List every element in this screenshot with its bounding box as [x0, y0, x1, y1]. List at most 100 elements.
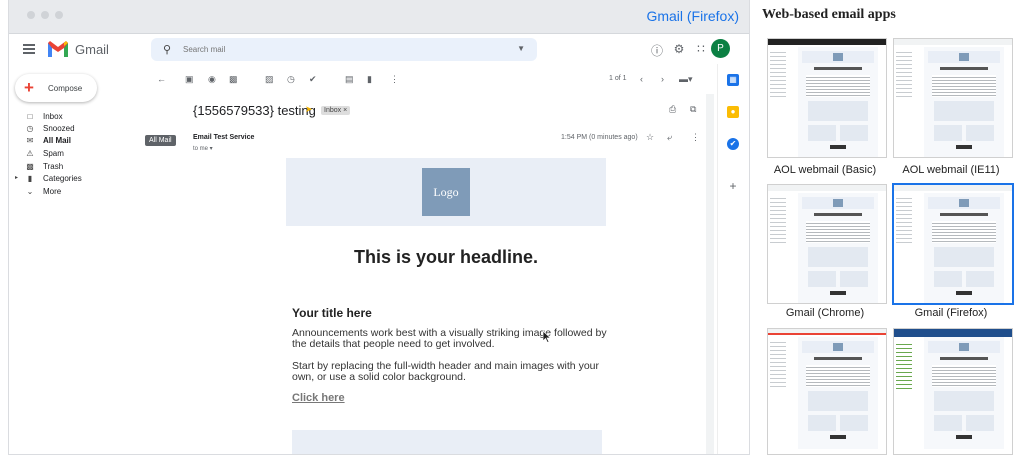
thumb-caption[interactable]: Gmail (Chrome) — [760, 307, 890, 319]
thumb-sidebar — [896, 341, 912, 391]
input-tools-icon[interactable]: ▬▾ — [679, 74, 693, 85]
thumb-logo — [959, 199, 969, 207]
email-paragraph: Announcements work best with a visually … — [292, 327, 607, 350]
search-bar[interactable]: ⚲ ▼ — [151, 38, 537, 61]
snooze-icon[interactable]: ◷ — [287, 74, 295, 85]
move-to-icon[interactable]: ▤ — [345, 74, 354, 85]
report-spam-icon[interactable]: ◉ — [208, 74, 216, 85]
thumb-caption[interactable]: AOL webmail (IE11) — [886, 164, 1016, 176]
thumb-image — [840, 271, 868, 287]
nav-item-spam[interactable]: ⚠ Spam — [9, 148, 159, 160]
compose-button[interactable]: + Compose — [15, 74, 97, 102]
thumb-image — [966, 415, 994, 431]
thumb-button — [830, 145, 846, 149]
expand-arrow-icon[interactable]: ▸ — [15, 174, 18, 181]
labels-icon[interactable]: ▮ — [367, 74, 372, 85]
thumb-image — [966, 271, 994, 287]
thumb-button — [830, 435, 846, 439]
nav-item-more[interactable]: ⌄ More — [9, 186, 159, 198]
nav-item-inbox[interactable]: □ Inbox — [9, 111, 159, 123]
star-icon[interactable]: ☆ — [646, 132, 654, 143]
delete-icon[interactable]: ▩ — [229, 74, 238, 85]
thumb-logo — [833, 199, 843, 207]
click-here-link[interactable]: Click here — [292, 392, 345, 404]
add-task-icon[interactable]: ✔ — [309, 74, 317, 85]
search-icon[interactable]: ⚲ — [163, 43, 171, 56]
thumb-text — [806, 221, 870, 243]
keep-icon[interactable]: ● — [727, 106, 739, 118]
thumb-image — [808, 101, 868, 121]
recipient-details[interactable]: to me ▾ — [193, 145, 213, 152]
clock-icon: ◷ — [26, 124, 34, 133]
add-addon-icon[interactable]: + — [727, 180, 739, 192]
trash-icon: ▩ — [26, 162, 34, 171]
nav-item-trash[interactable]: ▩ Trash — [9, 161, 159, 173]
nav-item-snoozed[interactable]: ◷ Snoozed — [9, 123, 159, 135]
search-options-icon[interactable]: ▼ — [517, 44, 525, 53]
nav-label: All Mail — [43, 136, 72, 145]
preview-thumbnail[interactable] — [893, 328, 1013, 455]
tasks-icon[interactable]: ✔ — [727, 138, 739, 150]
calendar-icon[interactable]: ▦ — [727, 74, 739, 86]
thumb-toolbar — [768, 329, 886, 335]
thumb-logo — [959, 343, 969, 351]
message-more-icon[interactable]: ⋮ — [691, 132, 700, 143]
thumb-image — [934, 415, 962, 431]
thumb-button — [830, 291, 846, 295]
email-subject: {1556579533} testing — [193, 103, 316, 118]
open-new-window-icon[interactable]: ⧉ — [690, 104, 696, 115]
thumb-headline — [814, 67, 862, 70]
mark-unread-icon[interactable]: ▨ — [265, 74, 274, 85]
menu-icon[interactable] — [23, 44, 35, 54]
email-title: Your title here — [292, 306, 372, 320]
thumb-logo — [959, 53, 969, 61]
newer-icon[interactable]: ‹ — [640, 74, 643, 84]
back-icon[interactable]: ← — [157, 74, 166, 84]
apps-grid-icon[interactable]: ∷ — [693, 42, 709, 56]
avatar[interactable]: P — [711, 39, 730, 58]
preview-thumbnail-selected[interactable] — [892, 183, 1014, 305]
important-marker-icon[interactable]: ➤ — [305, 104, 313, 115]
thumb-image — [934, 125, 962, 141]
nav-item-categories[interactable]: ▸ ▮ Categories — [9, 173, 159, 185]
sender-name[interactable]: Email Test Service — [193, 134, 254, 141]
label-icon: ▮ — [27, 174, 33, 183]
inbox-label-chip[interactable]: Inbox × — [321, 106, 351, 115]
nav-label: Snoozed — [43, 124, 75, 133]
older-icon[interactable]: › — [661, 74, 664, 84]
nav-label: Inbox — [43, 112, 63, 121]
window-dot-icon[interactable] — [27, 11, 35, 19]
settings-icon[interactable]: ⚙ — [671, 42, 687, 56]
more-options-icon[interactable]: ⋮ — [390, 74, 399, 85]
thumb-image — [808, 125, 836, 141]
email-logo: Logo — [422, 168, 470, 216]
nav-label: Categories — [43, 174, 82, 183]
thumb-sidebar — [896, 195, 912, 245]
search-input[interactable] — [183, 41, 483, 57]
thumb-headline — [940, 67, 988, 70]
window-dot-icon[interactable] — [55, 11, 63, 19]
scrollbar[interactable] — [706, 94, 714, 454]
nav-label: Spam — [43, 149, 64, 158]
email-headline: This is your headline. — [353, 247, 539, 267]
preview-thumbnail[interactable] — [767, 184, 887, 304]
window-titlebar: Gmail (Firefox) — [9, 0, 749, 34]
thumb-toolbar — [894, 185, 1012, 191]
nav-item-all-mail[interactable]: ✉ All Mail — [9, 135, 159, 147]
help-icon[interactable]: ⓘ — [649, 42, 665, 59]
preview-thumbnail[interactable] — [893, 38, 1013, 158]
window-dot-icon[interactable] — [41, 11, 49, 19]
gmail-logo-icon[interactable] — [47, 40, 69, 58]
thumb-text — [806, 365, 870, 387]
preview-thumbnail[interactable] — [767, 38, 887, 158]
thumb-sidebar — [896, 49, 912, 99]
thumb-image — [808, 247, 868, 267]
thumb-image — [808, 391, 868, 411]
reply-icon[interactable]: ⤶ — [667, 132, 672, 143]
preview-thumbnail[interactable] — [767, 328, 887, 455]
archive-icon[interactable]: ▣ — [185, 74, 194, 85]
thumb-caption[interactable]: AOL webmail (Basic) — [760, 164, 890, 176]
thumb-image — [934, 391, 994, 411]
thumb-caption[interactable]: Gmail (Firefox) — [886, 307, 1016, 319]
print-icon[interactable]: ⎙ — [669, 104, 676, 115]
